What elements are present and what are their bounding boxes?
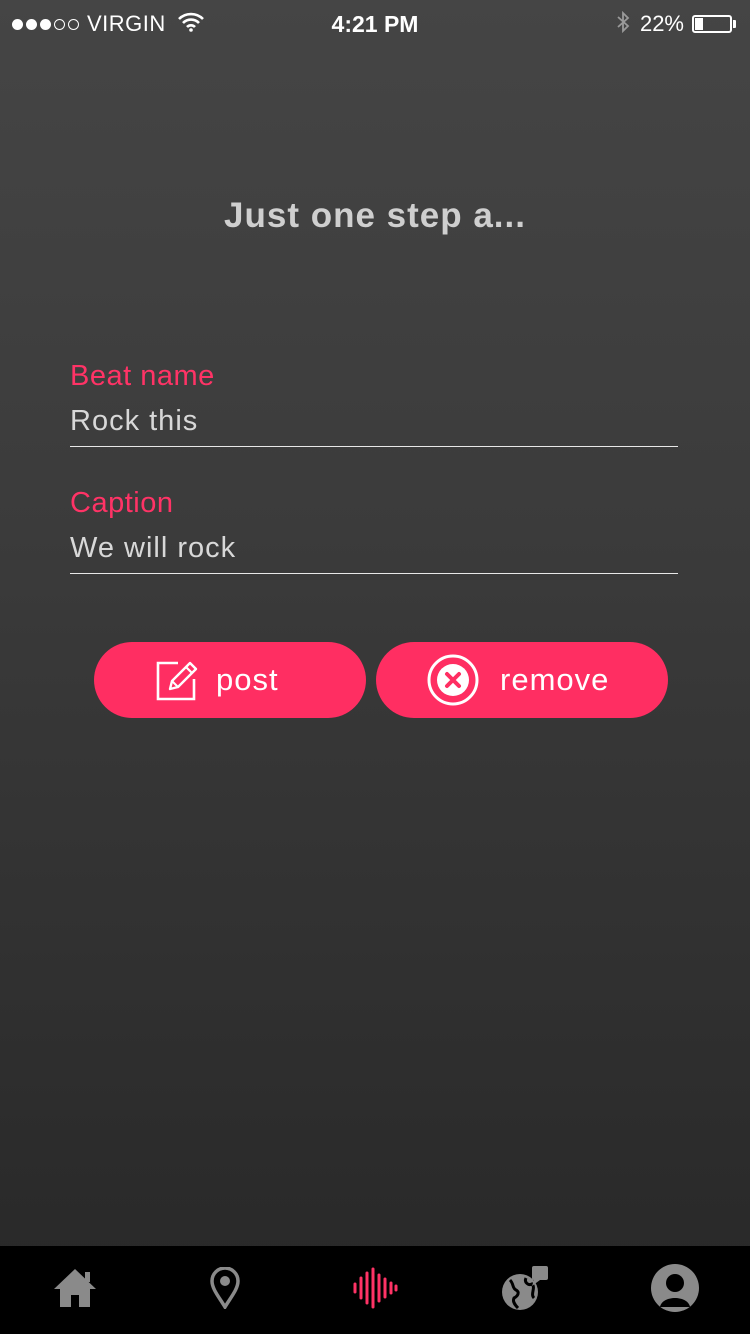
tab-beats[interactable] (300, 1246, 450, 1334)
tab-bar (0, 1246, 750, 1334)
close-circle-icon (426, 653, 480, 707)
tab-profile[interactable] (600, 1246, 750, 1334)
tab-world[interactable] (450, 1246, 600, 1334)
remove-button[interactable]: remove (376, 642, 668, 718)
battery-icon (692, 15, 732, 33)
tab-location[interactable] (150, 1246, 300, 1334)
status-right: 22% (616, 8, 736, 40)
status-bar: VIRGIN 4:21 PM 22% (0, 0, 750, 48)
bluetooth-icon (616, 10, 630, 39)
caption-field[interactable]: Caption We will rock (70, 487, 678, 574)
page-title: Just one step a... (224, 196, 526, 235)
beat-name-field[interactable]: Beat name Rock this (70, 360, 678, 447)
soundwave-icon (352, 1267, 398, 1314)
beat-name-label: Beat name (70, 360, 215, 392)
post-button[interactable]: post (94, 642, 366, 718)
home-icon (52, 1267, 98, 1314)
globe-chat-icon (500, 1264, 550, 1317)
profile-icon (650, 1263, 700, 1318)
tab-home[interactable] (0, 1246, 150, 1334)
battery-percent: 22% (639, 11, 684, 36)
caption-input[interactable]: We will rock (70, 532, 678, 574)
post-button-label: post (216, 662, 279, 697)
remove-button-label: remove (500, 662, 610, 697)
location-pin-icon (209, 1265, 241, 1314)
edit-icon (156, 659, 198, 701)
caption-label: Caption (70, 487, 174, 519)
beat-name-input[interactable]: Rock this (70, 405, 678, 447)
